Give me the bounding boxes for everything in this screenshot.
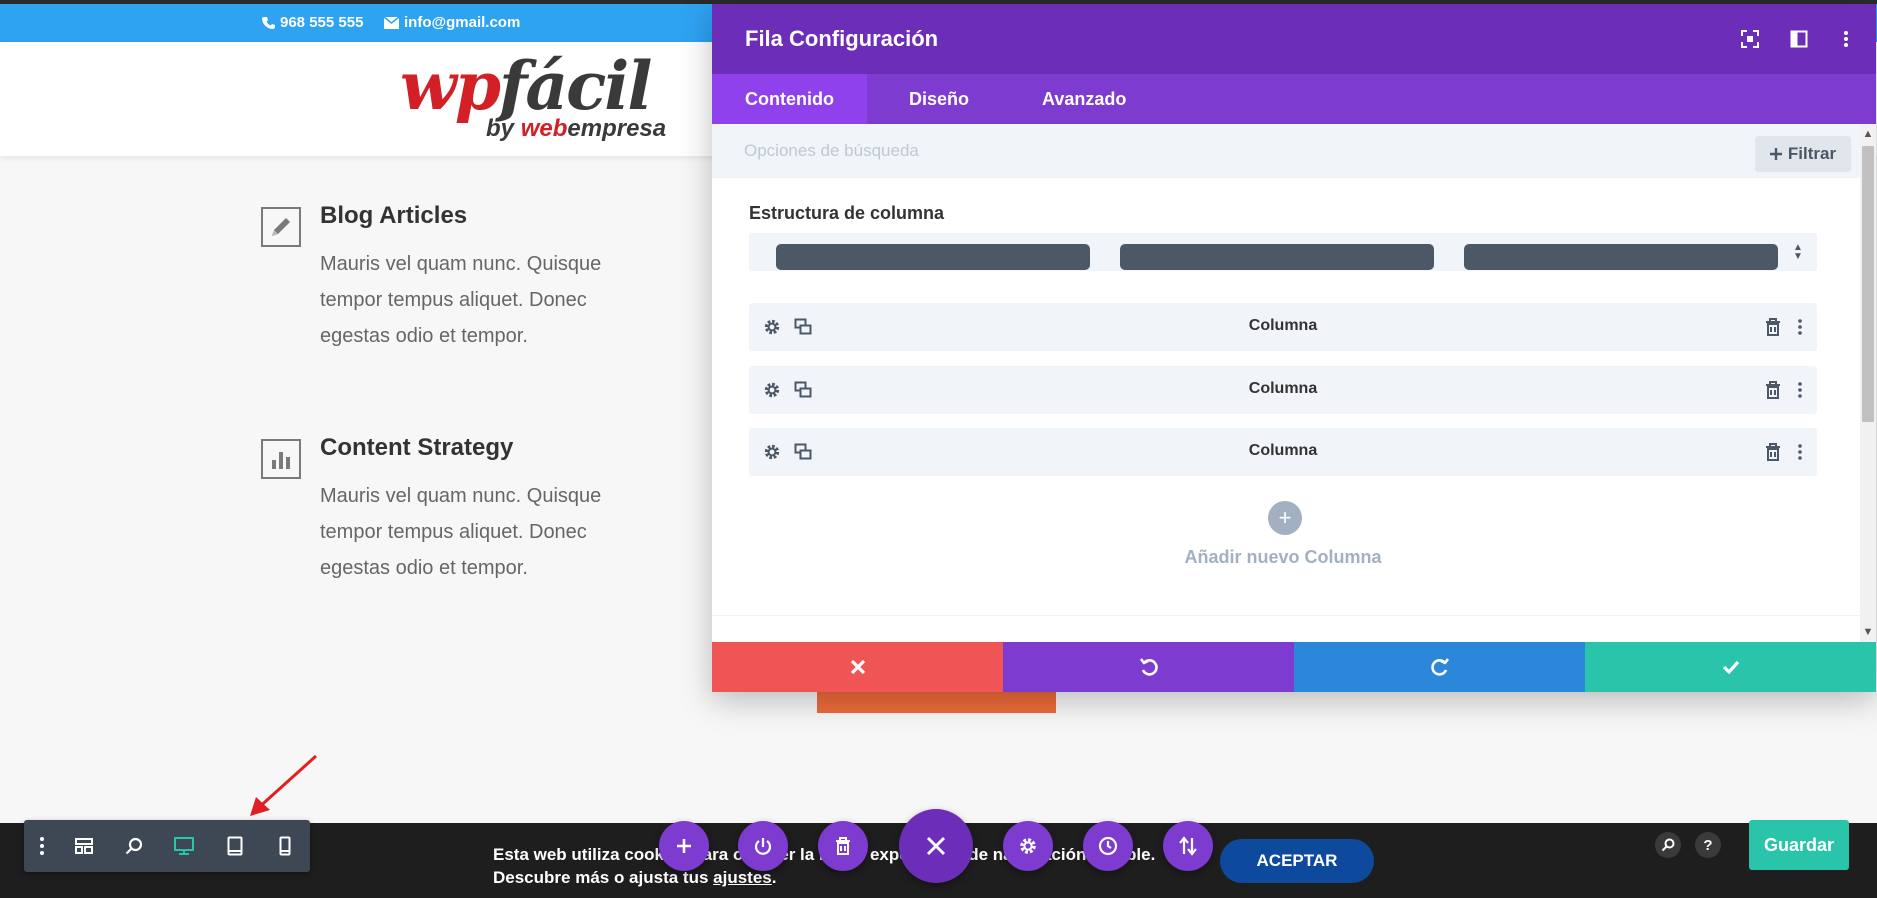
portability-button[interactable] bbox=[1163, 821, 1213, 871]
cookie-line-2-suffix: . bbox=[771, 868, 777, 887]
add-column-label: Añadir nuevo Columna bbox=[1184, 547, 1382, 567]
undo-button[interactable] bbox=[1003, 642, 1294, 692]
kebab-menu-icon[interactable] bbox=[1835, 28, 1857, 50]
options-search-bar: Filtrar bbox=[712, 124, 1860, 178]
layout-icon[interactable] bbox=[71, 833, 97, 859]
logo-wordmark: wpfácil bbox=[400, 47, 652, 125]
email-address: info@gmail.com bbox=[404, 14, 521, 31]
view-mode-toolbar bbox=[24, 820, 310, 872]
bar-chart-icon bbox=[261, 439, 301, 479]
redo-icon bbox=[1430, 658, 1449, 676]
row-settings-modal: Fila Configuración Contenido Diseño Avan… bbox=[712, 4, 1876, 692]
redo-button[interactable] bbox=[1294, 642, 1585, 692]
site-logo[interactable]: wpfácil by webempresa bbox=[400, 48, 670, 148]
column-item[interactable]: Columna bbox=[749, 303, 1817, 351]
filter-button[interactable]: Filtrar bbox=[1755, 136, 1851, 172]
column-item[interactable]: Columna bbox=[749, 428, 1817, 476]
history-button[interactable] bbox=[1083, 821, 1133, 871]
menu-icon[interactable] bbox=[29, 833, 55, 859]
fullscreen-icon[interactable] bbox=[1739, 28, 1761, 50]
options-search-input[interactable] bbox=[744, 138, 1344, 164]
logo-empresa: empresa bbox=[567, 115, 667, 142]
discard-button[interactable] bbox=[712, 642, 1003, 692]
annotation-arrow-icon bbox=[250, 754, 318, 816]
close-icon bbox=[926, 836, 946, 856]
cookie-line-2-prefix: Descubre más o ajusta tus bbox=[493, 868, 714, 887]
zoom-icon[interactable] bbox=[121, 833, 147, 859]
save-button[interactable]: Guardar bbox=[1749, 820, 1849, 870]
column-structure-label: Estructura de columna bbox=[749, 203, 945, 223]
select-arrows-icon: ▲ ▼ bbox=[1793, 242, 1803, 262]
phone-icon[interactable] bbox=[272, 833, 298, 859]
trash-icon[interactable] bbox=[1762, 379, 1784, 401]
modal-scrollbar[interactable]: ▲ ▼ bbox=[1860, 124, 1876, 644]
logo-web: web bbox=[520, 115, 568, 142]
save-changes-button[interactable] bbox=[1585, 642, 1876, 692]
phone-icon bbox=[262, 16, 275, 29]
column-label: Columna bbox=[1248, 442, 1318, 459]
desktop-icon[interactable] bbox=[171, 833, 197, 859]
feature-title: Content Strategy bbox=[320, 434, 514, 461]
trash-icon[interactable] bbox=[1762, 316, 1784, 338]
add-section-button[interactable] bbox=[659, 821, 709, 871]
help-label: ? bbox=[1703, 836, 1713, 854]
tab-avanzado[interactable]: Avanzado bbox=[1009, 74, 1159, 124]
modal-tabs: Contenido Diseño Avanzado bbox=[712, 74, 1876, 124]
undo-icon bbox=[1139, 658, 1158, 676]
phone-number: 968 555 555 bbox=[280, 14, 364, 31]
kebab-menu-icon[interactable] bbox=[1789, 316, 1811, 338]
add-column-button[interactable]: + Añadir nuevo Columna bbox=[749, 501, 1817, 571]
pencil-icon bbox=[261, 207, 301, 247]
power-icon bbox=[754, 838, 772, 855]
scroll-up-icon[interactable]: ▲ bbox=[1860, 126, 1876, 142]
trash-icon bbox=[836, 837, 850, 855]
tab-diseno[interactable]: Diseño bbox=[876, 74, 1002, 124]
scroll-thumb[interactable] bbox=[1862, 146, 1874, 422]
close-icon bbox=[850, 659, 865, 675]
feature-title: Blog Articles bbox=[320, 202, 468, 229]
load-layout-button[interactable] bbox=[738, 821, 788, 871]
plus-icon bbox=[677, 839, 691, 853]
plus-icon bbox=[1769, 148, 1782, 160]
kebab-menu-icon[interactable] bbox=[1789, 441, 1811, 463]
structure-column-bar bbox=[1464, 244, 1778, 270]
envelope-icon bbox=[384, 16, 399, 29]
history-icon bbox=[1098, 836, 1118, 856]
exit-builder-button[interactable] bbox=[899, 809, 973, 883]
phone-contact[interactable]: 968 555 555 bbox=[262, 14, 363, 31]
logo-byline: by webempresa bbox=[486, 114, 666, 144]
check-icon bbox=[1722, 660, 1739, 674]
help-button[interactable]: ? bbox=[1695, 832, 1721, 858]
feature-text: Mauris vel quam nunc. Quisque tempor tem… bbox=[320, 485, 602, 579]
gear-icon bbox=[1020, 838, 1036, 854]
tablet-icon[interactable] bbox=[222, 833, 248, 859]
email-contact[interactable]: info@gmail.com bbox=[384, 14, 520, 31]
modal-divider bbox=[712, 615, 1860, 616]
search-icon[interactable] bbox=[1655, 832, 1681, 858]
accept-cookies-button[interactable]: ACEPTAR bbox=[1220, 839, 1374, 883]
logo-by: by bbox=[486, 115, 521, 142]
kebab-menu-icon[interactable] bbox=[1789, 379, 1811, 401]
scroll-down-icon[interactable]: ▼ bbox=[1860, 624, 1876, 640]
feature-text: Mauris vel quam nunc. Quisque tempor tem… bbox=[320, 253, 602, 347]
column-label: Columna bbox=[1248, 317, 1318, 334]
column-structure-select[interactable]: ▲ ▼ bbox=[749, 233, 1817, 271]
column-item[interactable]: Columna bbox=[749, 366, 1817, 414]
sidebar-layout-icon[interactable] bbox=[1788, 28, 1810, 50]
filter-label: Filtrar bbox=[1787, 144, 1837, 163]
column-label: Columna bbox=[1248, 380, 1318, 397]
tab-contenido[interactable]: Contenido bbox=[712, 74, 867, 124]
sort-icon bbox=[1179, 836, 1197, 856]
page-settings-button[interactable] bbox=[1003, 821, 1053, 871]
trash-icon[interactable] bbox=[1762, 441, 1784, 463]
clear-layout-button[interactable] bbox=[818, 821, 868, 871]
structure-column-bar bbox=[776, 244, 1090, 270]
plus-icon: + bbox=[1268, 501, 1302, 535]
structure-column-bar bbox=[1120, 244, 1434, 270]
modal-title: Fila Configuración bbox=[745, 26, 939, 51]
modal-header: Fila Configuración bbox=[712, 4, 1876, 74]
logo-wp: wp bbox=[400, 47, 501, 125]
